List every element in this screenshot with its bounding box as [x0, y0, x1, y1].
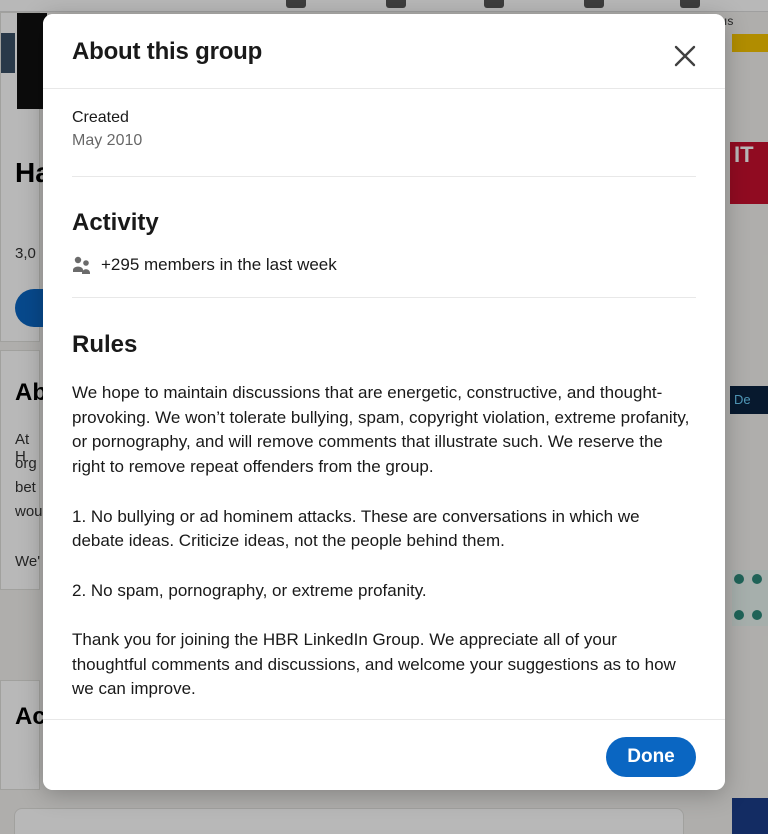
rules-heading: Rules [72, 331, 138, 358]
rules-paragraph: We hope to maintain discussions that are… [72, 383, 690, 477]
modal-title: About this group [72, 38, 263, 65]
about-group-modal: About this group Created May 2010 Activi… [43, 14, 725, 790]
modal-header: About this group [43, 14, 725, 89]
created-date: May 2010 [72, 132, 143, 149]
members-activity-text: +295 members in the last week [101, 255, 337, 274]
rules-paragraph: Thank you for joining the HBR LinkedIn G… [72, 629, 676, 699]
created-label: Created [72, 109, 129, 126]
created-section: Created May 2010 [72, 109, 696, 150]
activity-item: +295 members in the last week [72, 255, 696, 275]
members-icon [73, 256, 90, 274]
divider [72, 297, 696, 298]
rules-paragraph: 1. No bullying or ad hominem attacks. Th… [72, 506, 640, 551]
modal-footer: Done [43, 719, 725, 790]
rules-paragraph: 2. No spam, pornography, or extreme prof… [72, 580, 427, 600]
close-icon [674, 45, 696, 67]
done-button[interactable]: Done [606, 737, 696, 777]
modal-body[interactable]: Created May 2010 Activity +295 members i… [43, 89, 725, 719]
close-button[interactable] [665, 36, 705, 76]
activity-section: Activity +295 members in the last week [72, 209, 696, 275]
divider [72, 176, 696, 177]
rules-section: Rules We hope to maintain discussions th… [72, 331, 696, 719]
activity-heading: Activity [72, 209, 159, 236]
rules-text: We hope to maintain discussions that are… [72, 381, 696, 702]
